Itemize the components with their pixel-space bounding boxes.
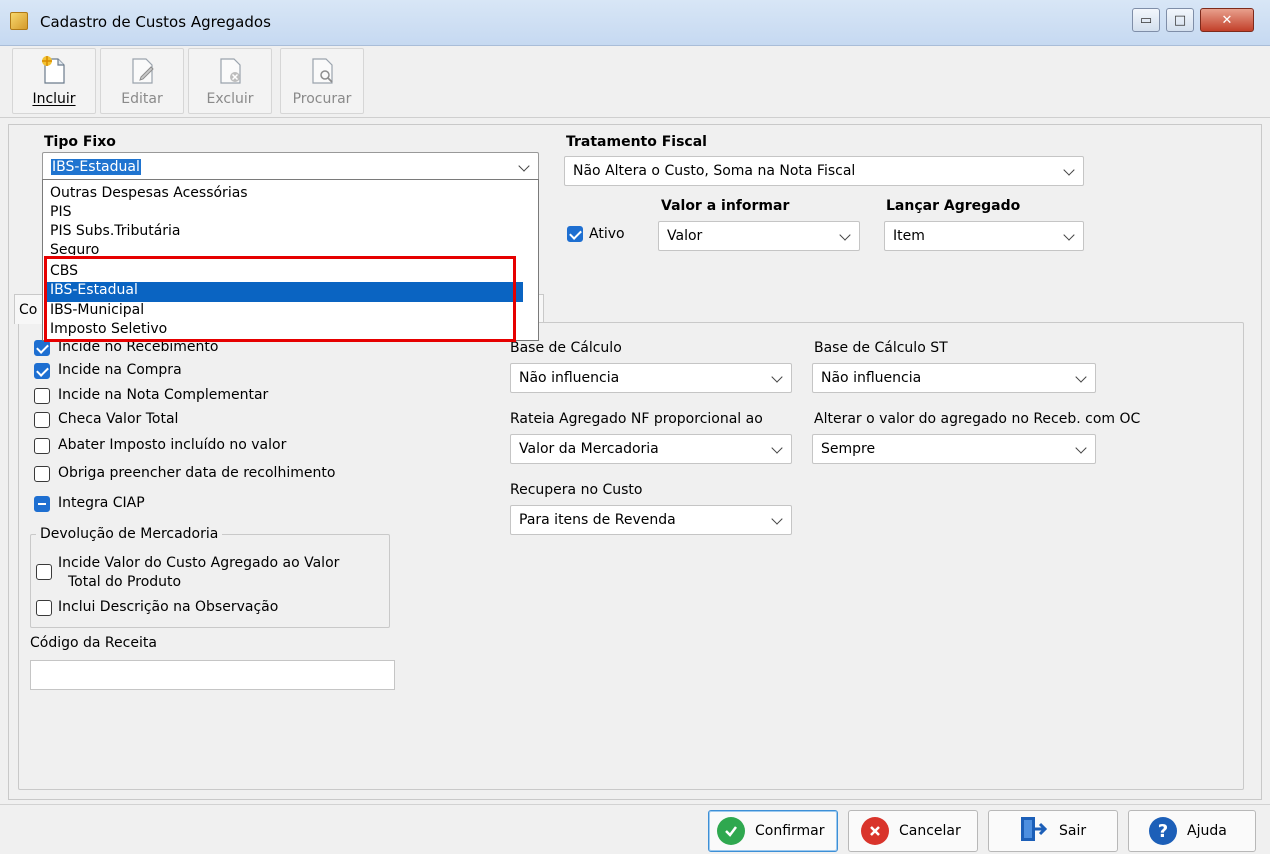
abater-imposto-label: Abater Imposto incluído no valor [58,437,287,453]
edit-document-icon [132,58,154,84]
ajuda-button[interactable]: ? Ajuda [1128,810,1256,852]
search-document-icon [312,58,333,84]
excluir-button[interactable]: Excluir [188,48,272,114]
tratamento-fiscal-select[interactable]: Não Altera o Custo, Soma na Nota Fiscal [564,156,1084,186]
app-icon [10,12,28,30]
recupera-custo-value: Para itens de Revenda [519,512,676,528]
maximize-button[interactable]: □ [1166,8,1194,32]
incide-valor-custo-label-1: Incide Valor do Custo Agregado ao Valor [58,555,340,571]
maximize-icon: □ [1173,12,1187,28]
exit-icon [1019,815,1049,847]
tratamento-fiscal-value: Não Altera o Custo, Soma na Nota Fiscal [573,163,856,179]
editar-button[interactable]: Editar [100,48,184,114]
tratamento-fiscal-label: Tratamento Fiscal [566,134,707,150]
check-icon [717,817,745,845]
close-button[interactable]: ✕ [1200,8,1254,32]
confirmar-button[interactable]: Confirmar [708,810,838,852]
tipo-fixo-value: IBS-Estadual [51,159,141,175]
lancar-agregado-value: Item [893,228,925,244]
obriga-data-recolhimento-checkbox[interactable] [34,466,50,482]
inclui-descricao-label: Inclui Descrição na Observação [58,599,279,615]
confirmar-label: Confirmar [755,823,825,839]
procurar-label: Procurar [292,91,352,107]
tab-stub[interactable]: Co [14,294,44,324]
dropdown-option[interactable]: Outras Despesas Acessórias [50,185,248,205]
window-title: Cadastro de Custos Agregados [40,13,271,31]
cancelar-button[interactable]: Cancelar [848,810,978,852]
alterar-valor-label: Alterar o valor do agregado no Receb. co… [814,411,1141,427]
chevron-down-icon [771,513,783,525]
sair-button[interactable]: Sair [988,810,1118,852]
chevron-down-icon [518,160,530,172]
recupera-custo-select[interactable]: Para itens de Revenda [510,505,792,535]
base-calculo-select[interactable]: Não influencia [510,363,792,393]
abater-imposto-checkbox[interactable] [34,438,50,454]
new-document-icon [42,56,65,84]
lancar-agregado-select[interactable]: Item [884,221,1084,251]
codigo-receita-label: Código da Receita [30,635,157,651]
editar-label: Editar [121,91,163,107]
rateia-label: Rateia Agregado NF proporcional ao [510,411,763,427]
chevron-down-icon [1075,371,1087,383]
base-calculo-label: Base de Cálculo [510,340,622,356]
minimize-button[interactable]: ▭ [1132,8,1160,32]
incluir-label: Incluir [32,91,76,107]
close-icon: ✕ [1221,12,1233,28]
ativo-label: Ativo [589,226,625,242]
alterar-valor-select[interactable]: Sempre [812,434,1096,464]
incide-valor-custo-label-2: Total do Produto [68,574,182,590]
rateia-select[interactable]: Valor da Mercadoria [510,434,792,464]
chevron-down-icon [771,371,783,383]
valor-a-informar-select[interactable]: Valor [658,221,860,251]
chevron-down-icon [1063,229,1075,241]
base-calculo-st-value: Não influencia [821,370,922,386]
ativo-checkbox[interactable] [567,226,583,242]
highlight-annotation [44,256,516,342]
base-calculo-value: Não influencia [519,370,620,386]
incide-valor-custo-checkbox[interactable] [36,564,52,580]
checa-valor-total-checkbox[interactable] [34,412,50,428]
incide-compra-checkbox[interactable] [34,363,50,379]
valor-a-informar-value: Valor [667,228,703,244]
dropdown-option[interactable]: PIS [50,204,71,224]
chevron-down-icon [1063,164,1075,176]
devolucao-title: Devolução de Mercadoria [36,526,223,542]
obriga-data-recolhimento-label: Obriga preencher data de recolhimento [58,465,336,481]
recupera-custo-label: Recupera no Custo [510,482,643,498]
excluir-label: Excluir [206,91,254,107]
checa-valor-total-label: Checa Valor Total [58,411,179,427]
integra-ciap-label: Integra CIAP [58,495,145,511]
base-calculo-st-label: Base de Cálculo ST [814,340,948,356]
rateia-value: Valor da Mercadoria [519,441,659,457]
base-calculo-st-select[interactable]: Não influencia [812,363,1096,393]
help-icon: ? [1149,817,1177,845]
ajuda-label: Ajuda [1187,823,1227,839]
cancelar-label: Cancelar [899,823,961,839]
dropdown-option[interactable]: PIS Subs.Tributária [50,223,181,243]
chevron-down-icon [839,229,851,241]
sair-label: Sair [1059,823,1087,839]
tipo-fixo-label: Tipo Fixo [44,134,116,150]
incide-nota-complementar-label: Incide na Nota Complementar [58,387,269,403]
tipo-fixo-select[interactable]: IBS-Estadual [42,152,539,182]
inclui-descricao-checkbox[interactable] [36,600,52,616]
delete-document-icon [220,58,241,84]
incluir-button[interactable]: Incluir [12,48,96,114]
cancel-icon [861,817,889,845]
incide-nota-complementar-checkbox[interactable] [34,388,50,404]
alterar-valor-value: Sempre [821,441,876,457]
minimize-icon: ▭ [1139,12,1153,28]
integra-ciap-checkbox[interactable] [34,496,50,512]
procurar-button[interactable]: Procurar [280,48,364,114]
dropdown-option[interactable]: Seguro [50,242,99,255]
lancar-agregado-label: Lançar Agregado [886,198,1021,214]
chevron-down-icon [771,442,783,454]
codigo-receita-input[interactable] [30,660,395,690]
chevron-down-icon [1075,442,1087,454]
incide-recebimento-checkbox[interactable] [34,340,50,356]
incide-compra-label: Incide na Compra [58,362,182,378]
valor-a-informar-label: Valor a informar [661,198,790,214]
